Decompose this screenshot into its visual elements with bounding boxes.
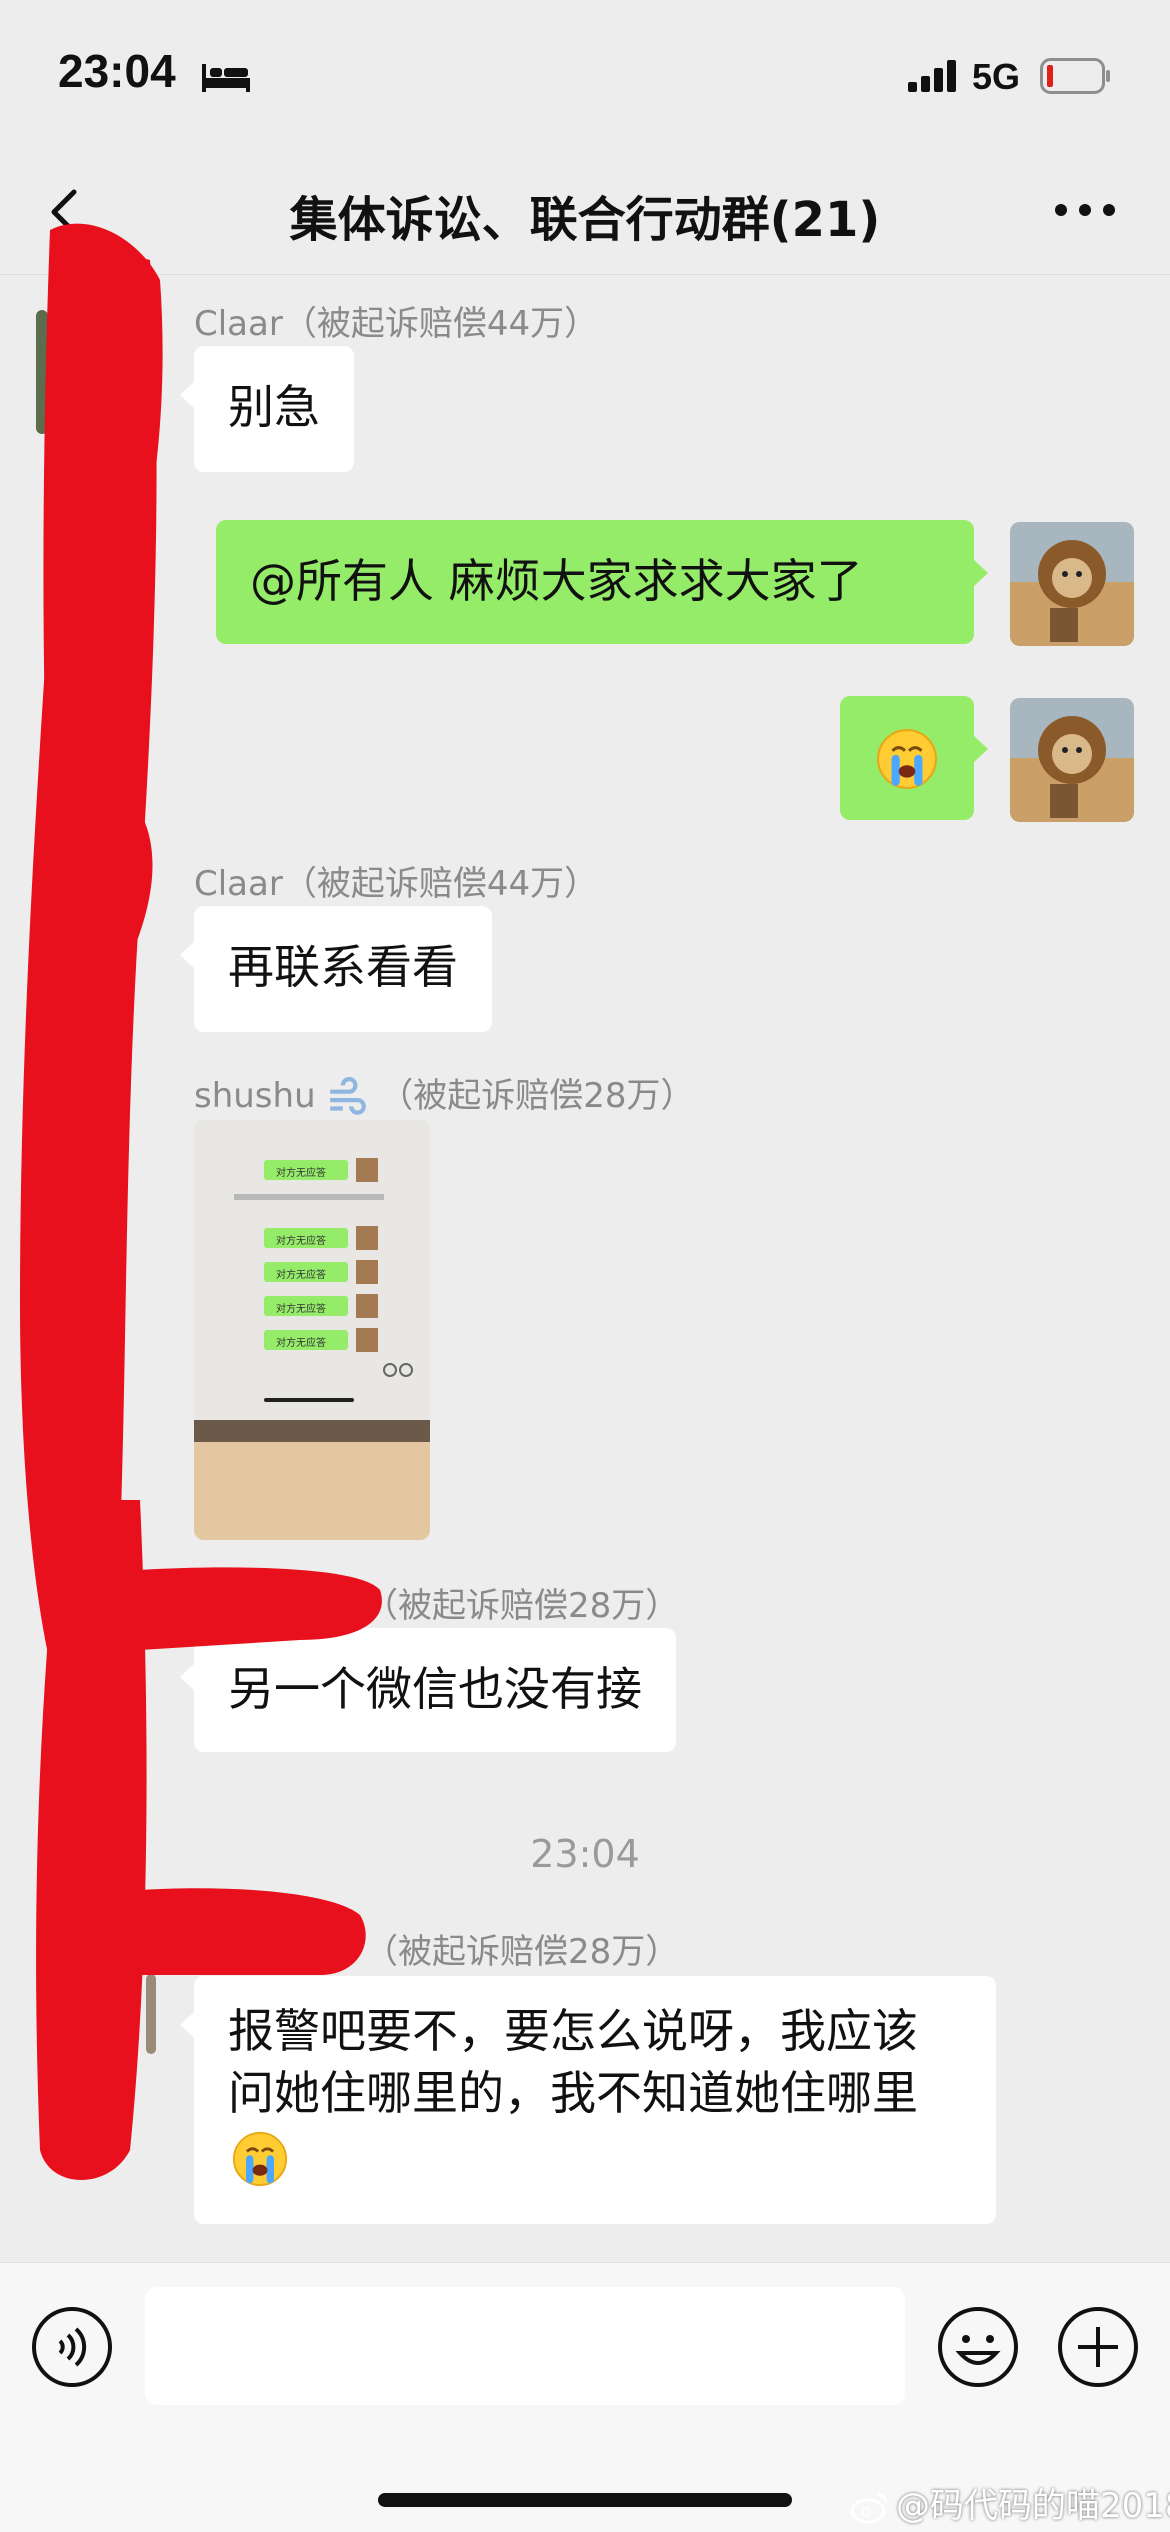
sender-name: （被起诉赔偿28万） [364,1586,680,1626]
image-row-text: 对方无应答 [276,1304,326,1315]
crying-face-emoji-icon [232,2131,288,2186]
image-row-text: 对方无应答 [276,1338,326,1349]
sender-note: （被起诉赔偿28万） [379,1076,695,1116]
voice-input-icon[interactable] [30,2305,114,2389]
sender-name: Claar（被起诉赔偿44万） [194,304,599,344]
image-row-text: 对方无应答 [276,1168,326,1179]
message-text: 别急 [228,380,320,434]
dash-symbol-emoji-icon [330,1076,367,1115]
signal-strength-icon [908,60,956,92]
sender-avatar[interactable] [146,1974,156,2054]
time-divider: 23:04 [530,1832,640,1876]
plus-icon[interactable] [1056,2305,1140,2389]
image-message[interactable]: 对方无应答 对方无应答 对方无应答 对方无应答 对方无应答 [194,1120,430,1540]
screenshot-photo [194,1120,430,1540]
emoji-icon[interactable] [936,2305,1020,2389]
sleep-focus-icon [202,64,250,92]
weibo-logo-icon [850,2493,888,2523]
sender-name: Claar（被起诉赔偿44万） [194,864,599,904]
status-bar: 23:04 5G [0,0,1170,150]
outgoing-message-bubble[interactable]: @所有人 麻烦大家求求大家了 [216,520,988,644]
battery-low-icon [1040,58,1110,94]
watermark: @码代码的喵2018 [850,2478,1170,2527]
message-bubble[interactable]: 再联系看看 [180,906,492,1032]
sender-nickname: shushu [194,1076,316,1116]
status-time: 23:04 [58,45,176,97]
crying-face-emoji-icon [877,729,937,789]
chat-title: 集体诉讼、联合行动群(21) [289,192,881,248]
sender-name: shushu （被起诉赔偿28万） [194,1068,695,1119]
home-indicator[interactable] [378,2493,792,2507]
message-bubble[interactable]: 报警吧要不，要怎么说呀，我应该问她住哪里的，我不知道她住哪里 [180,1976,996,2224]
message-text: @所有人 麻烦大家求求大家了 [250,554,863,608]
message-bubble[interactable]: 别急 [180,346,354,472]
message-text: 另一个微信也没有接 [228,1662,642,1716]
sender-avatar[interactable] [36,310,48,434]
outgoing-emoji-bubble[interactable] [840,696,988,820]
image-row-text: 对方无应答 [276,1270,326,1281]
message-input[interactable] [145,2287,905,2405]
network-type-label: 5G [972,56,1021,97]
watermark-text: @码代码的喵2018 [896,2486,1170,2526]
sender-name: （被起诉赔偿28万） [364,1932,680,1972]
message-text: 报警吧要不，要怎么说呀，我应该问她住哪里的，我不知道她住哪里 [228,2004,918,2120]
message-text: 再联系看看 [228,940,458,994]
self-avatar[interactable] [1010,698,1134,822]
chat-screen: 23:04 5G 集体诉讼、联合行动群(21) Claar（被起诉赔偿44万） … [0,0,1170,2532]
more-options-icon[interactable] [1050,190,1120,230]
self-avatar[interactable] [1010,522,1134,646]
image-row-text: 对方无应答 [276,1236,326,1247]
chat-header: 集体诉讼、联合行动群(21) [0,150,1170,275]
message-bubble[interactable]: 另一个微信也没有接 [180,1628,676,1752]
